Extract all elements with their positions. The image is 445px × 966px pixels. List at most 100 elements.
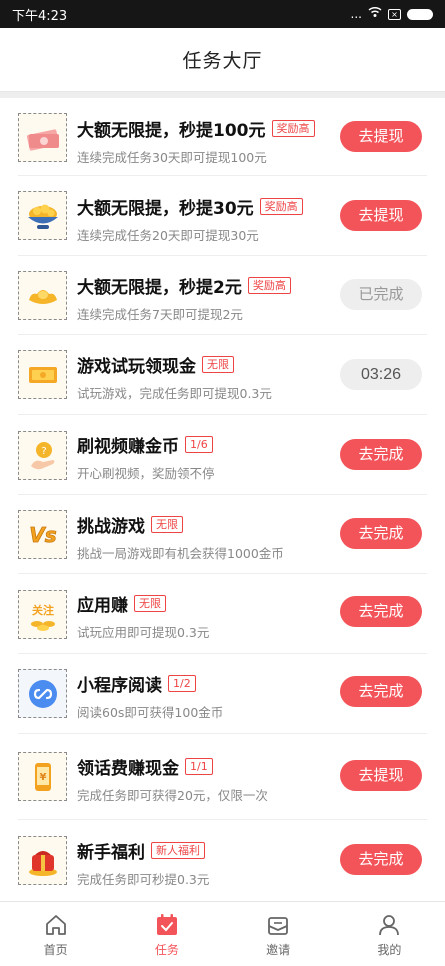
task-text: 领话费赚现金 1/1 完成任务即可获得20元，仅限一次 [77, 754, 268, 804]
task-title: 大额无限提，秒提30元 [77, 199, 254, 219]
svg-text:关注: 关注 [32, 603, 54, 617]
status-icons: ... × [351, 6, 433, 22]
tab-profile[interactable]: 我的 [334, 902, 445, 966]
withdraw-button[interactable]: 去提现 [340, 760, 422, 791]
gold-ingot-icon [18, 271, 67, 320]
page-title: 任务大厅 [182, 50, 263, 72]
completed-button: 已完成 [340, 279, 422, 310]
status-time: 下午4:23 [12, 8, 68, 24]
task-item[interactable]: 大额无限提，秒提100元 奖励高 连续完成任务30天即可提现100元 去提现 [0, 98, 445, 176]
task-title-row: 大额无限提，秒提100元 奖励高 [77, 116, 315, 141]
phone-bill-icon: ¥ [18, 752, 67, 801]
task-title: 挑战游戏 [77, 517, 145, 537]
task-item[interactable]: 大额无限提，秒提30元 奖励高 连续完成任务20天即可提现30元 去提现 [0, 176, 445, 256]
profile-icon [375, 911, 403, 939]
task-description: 开心刷视频，奖励领不停 [77, 466, 215, 481]
task-description: 连续完成任务30天即可提现100元 [77, 150, 267, 165]
task-description: 阅读60s即可获得100金币 [77, 705, 224, 720]
task-title-row: 挑战游戏 无限 [77, 512, 284, 537]
task-text: 大额无限提，秒提100元 奖励高 连续完成任务30天即可提现100元 [77, 116, 315, 166]
task-title-row: 大额无限提，秒提30元 奖励高 [77, 194, 303, 219]
tab-home[interactable]: 首页 [0, 902, 111, 966]
task-title-row: 刷视频赚金币 1/6 [77, 432, 215, 457]
task-tag: 1/6 [185, 436, 213, 453]
tab-label: 首页 [43, 942, 68, 957]
withdraw-button[interactable]: 去提现 [340, 200, 422, 231]
task-title-row: 领话费赚现金 1/1 [77, 754, 268, 779]
task-description: 完成任务即可秒提0.3元 [77, 872, 210, 887]
complete-button[interactable]: 去完成 [340, 518, 422, 549]
task-title-row: 大额无限提，秒提2元 奖励高 [77, 273, 291, 298]
invite-envelope-icon [264, 911, 292, 939]
dots-icon: ... [350, 7, 362, 21]
task-text: 小程序阅读 1/2 阅读60s即可获得100金币 [77, 671, 223, 721]
complete-button[interactable]: 去完成 [340, 596, 422, 627]
vs-badge-icon: Vs [18, 510, 67, 559]
tab-invite[interactable]: 邀请 [223, 902, 334, 966]
task-list: 大额无限提，秒提100元 奖励高 连续完成任务30天即可提现100元 去提现 大… [0, 98, 445, 901]
follow-coins-icon: 关注 [18, 590, 67, 639]
task-text: 应用赚 无限 试玩应用即可提现0.3元 [77, 591, 209, 641]
task-tag: 无限 [134, 595, 166, 612]
complete-button[interactable]: 去完成 [340, 439, 422, 470]
task-title: 新手福利 [77, 843, 145, 863]
svg-text:?: ? [41, 446, 46, 457]
complete-button[interactable]: 去完成 [340, 676, 422, 707]
complete-button[interactable]: 去完成 [340, 844, 422, 875]
task-text: 刷视频赚金币 1/6 开心刷视频，奖励领不停 [77, 432, 215, 482]
task-description: 连续完成任务7天即可提现2元 [77, 307, 243, 322]
tab-label: 任务 [154, 942, 179, 957]
gift-box-icon [18, 836, 67, 885]
task-title-row: 新手福利 新人福利 [77, 838, 209, 863]
task-item[interactable]: 游戏试玩领现金 无限 试玩游戏，完成任务即可提现0.3元 03:26 [0, 335, 445, 415]
cash-bill-icon [18, 350, 67, 399]
task-title-row: 应用赚 无限 [77, 591, 209, 616]
battery-icon [407, 8, 433, 20]
task-description: 挑战一局游戏即有机会获得1000金币 [77, 546, 284, 561]
task-title: 大额无限提，秒提100元 [77, 121, 266, 141]
coin-hand-icon: ? [18, 431, 67, 480]
tab-label: 我的 [377, 942, 402, 957]
bottom-tab-bar: 首页 任务 邀请 我的 [0, 901, 445, 966]
task-text: 大额无限提，秒提30元 奖励高 连续完成任务20天即可提现30元 [77, 194, 303, 244]
task-tag: 无限 [151, 516, 183, 533]
money-stack-icon [18, 113, 67, 162]
task-tag: 奖励高 [271, 120, 315, 137]
task-tag: 1/1 [185, 758, 213, 775]
task-text: 大额无限提，秒提2元 奖励高 连续完成任务7天即可提现2元 [77, 273, 291, 323]
task-item[interactable]: Vs 挑战游戏 无限 挑战一局游戏即有机会获得1000金币 去完成 [0, 495, 445, 574]
task-hall-screen: 下午4:23 ... × 任务大厅 大额无限提，秒提100元 奖励高 连续完成任 [0, 0, 445, 966]
task-calendar-icon [153, 911, 181, 939]
task-text: 新手福利 新人福利 完成任务即可秒提0.3元 [77, 838, 209, 888]
task-description: 连续完成任务20天即可提现30元 [77, 228, 259, 243]
tab-label: 邀请 [266, 942, 291, 957]
task-text: 游戏试玩领现金 无限 试玩游戏，完成任务即可提现0.3元 [77, 352, 272, 402]
gold-bowl-icon [18, 191, 67, 240]
task-tag: 新人福利 [151, 842, 205, 859]
task-tag: 奖励高 [259, 198, 303, 215]
sim-x-icon: × [388, 8, 401, 20]
home-icon [42, 911, 70, 939]
task-item[interactable]: ¥ 领话费赚现金 1/1 完成任务即可获得20元，仅限一次 去提现 [0, 734, 445, 820]
task-description: 试玩游戏，完成任务即可提现0.3元 [77, 386, 272, 401]
status-bar: 下午4:23 ... × [0, 0, 445, 28]
task-title-row: 游戏试玩领现金 无限 [77, 352, 272, 377]
task-title: 应用赚 [77, 596, 128, 616]
task-title-row: 小程序阅读 1/2 [77, 671, 223, 696]
task-item[interactable]: 新手福利 新人福利 完成任务即可秒提0.3元 去完成 [0, 820, 445, 901]
task-item[interactable]: ? 刷视频赚金币 1/6 开心刷视频，奖励领不停 去完成 [0, 415, 445, 495]
tab-task[interactable]: 任务 [111, 902, 222, 966]
task-tag: 1/2 [168, 675, 196, 692]
wifi-icon [368, 6, 382, 22]
nav-bar: 任务大厅 [0, 28, 445, 92]
task-item[interactable]: 关注 应用赚 无限 试玩应用即可提现0.3元 去完成 [0, 574, 445, 654]
task-tag: 无限 [202, 356, 234, 373]
svg-text:Vs: Vs [29, 523, 56, 547]
task-description: 试玩应用即可提现0.3元 [77, 625, 210, 640]
task-title: 小程序阅读 [77, 676, 162, 696]
task-item[interactable]: 小程序阅读 1/2 阅读60s即可获得100金币 去完成 [0, 654, 445, 734]
withdraw-button[interactable]: 去提现 [340, 121, 422, 152]
task-tag: 奖励高 [247, 277, 291, 294]
task-item[interactable]: 大额无限提，秒提2元 奖励高 连续完成任务7天即可提现2元 已完成 [0, 256, 445, 335]
svg-text:¥: ¥ [39, 772, 46, 783]
